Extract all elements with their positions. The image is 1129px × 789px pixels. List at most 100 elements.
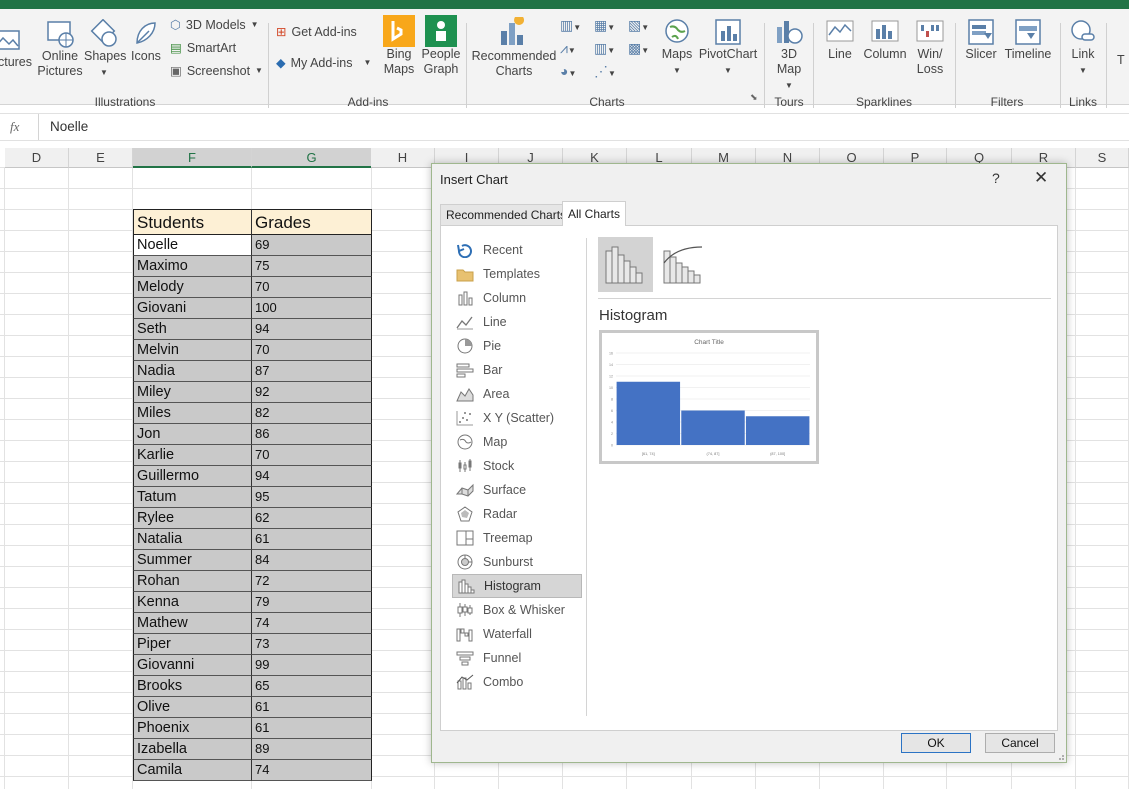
- function-icon[interactable]: fx: [10, 119, 19, 135]
- grade-cell[interactable]: 70: [252, 277, 372, 298]
- student-name-cell[interactable]: Summer: [133, 550, 252, 571]
- icons-button[interactable]: Icons: [128, 19, 164, 64]
- grade-cell[interactable]: 62: [252, 508, 372, 529]
- grade-cell[interactable]: 94: [252, 319, 372, 340]
- chart-type-templates[interactable]: Templates: [452, 262, 582, 286]
- grade-cell[interactable]: 94: [252, 466, 372, 487]
- maps-button[interactable]: Maps ▼: [659, 17, 695, 78]
- text-button-partial[interactable]: T: [1117, 53, 1129, 68]
- student-name-cell[interactable]: Piper: [133, 634, 252, 655]
- chart-type-recent[interactable]: Recent: [452, 238, 582, 262]
- timeline-button[interactable]: Timeline: [1002, 17, 1054, 62]
- pictures-button[interactable]: ctures: [0, 27, 34, 70]
- student-name-cell[interactable]: Rylee: [133, 508, 252, 529]
- chart-type-radar[interactable]: Radar: [452, 502, 582, 526]
- cancel-button[interactable]: Cancel: [985, 733, 1055, 753]
- help-icon[interactable]: ?: [992, 170, 1000, 186]
- column-header-e[interactable]: E: [69, 148, 133, 168]
- column-header-g[interactable]: G: [252, 148, 372, 168]
- student-name-cell[interactable]: Guillermo: [133, 466, 252, 487]
- my-addins-button[interactable]: ◆ My Add-ins ▼: [276, 55, 371, 71]
- grade-cell[interactable]: 100: [252, 298, 372, 319]
- student-name-cell[interactable]: Seth: [133, 319, 252, 340]
- line-chart-menu-icon[interactable]: ⩘▼: [560, 40, 576, 57]
- chart-type-surface[interactable]: Surface: [452, 478, 582, 502]
- column-header-d[interactable]: D: [5, 148, 69, 168]
- grade-cell[interactable]: 72: [252, 571, 372, 592]
- get-addins-button[interactable]: ⊞ Get Add-ins: [276, 24, 357, 40]
- charts-dialog-launcher-icon[interactable]: ⬊: [750, 92, 758, 103]
- student-name-cell[interactable]: Kenna: [133, 592, 252, 613]
- recommended-charts-button[interactable]: Recommended Charts: [471, 17, 557, 79]
- student-name-cell[interactable]: Olive: [133, 697, 252, 718]
- smartart-button[interactable]: ▤ SmartArt: [170, 40, 236, 56]
- chart-type-column[interactable]: Column: [452, 286, 582, 310]
- resize-grip-icon[interactable]: [1056, 752, 1064, 760]
- ok-button[interactable]: OK: [901, 733, 971, 753]
- chart-type-funnel[interactable]: Funnel: [452, 646, 582, 670]
- pareto-subtype-button[interactable]: [656, 237, 711, 292]
- student-name-cell[interactable]: Jon: [133, 424, 252, 445]
- pivotchart-button[interactable]: PivotChart ▼: [697, 17, 759, 78]
- student-name-cell[interactable]: Camila: [133, 760, 252, 781]
- student-name-cell[interactable]: Miles: [133, 403, 252, 424]
- shapes-button[interactable]: Shapes ▼: [84, 19, 126, 80]
- grade-cell[interactable]: 89: [252, 739, 372, 760]
- student-name-cell[interactable]: Noelle: [133, 235, 252, 256]
- bing-maps-button[interactable]: Bing Maps: [379, 15, 419, 77]
- grade-cell[interactable]: 86: [252, 424, 372, 445]
- grade-cell[interactable]: 61: [252, 718, 372, 739]
- student-name-cell[interactable]: Rohan: [133, 571, 252, 592]
- student-name-cell[interactable]: Maximo: [133, 256, 252, 277]
- student-name-cell[interactable]: Giovanni: [133, 655, 252, 676]
- screenshot-button[interactable]: ▣ Screenshot ▼: [170, 63, 263, 79]
- chart-type-treemap[interactable]: Treemap: [452, 526, 582, 550]
- grade-cell[interactable]: 84: [252, 550, 372, 571]
- sparkline-column-button[interactable]: Column: [862, 17, 908, 62]
- student-name-cell[interactable]: Melvin: [133, 340, 252, 361]
- chart-type-sunburst[interactable]: Sunburst: [452, 550, 582, 574]
- grade-cell[interactable]: 74: [252, 760, 372, 781]
- chart-type-bar[interactable]: Bar: [452, 358, 582, 382]
- slicer-button[interactable]: Slicer: [962, 17, 1000, 62]
- 3d-models-button[interactable]: ⬡ 3D Models ▼: [170, 17, 259, 33]
- online-pictures-button[interactable]: Online Pictures: [37, 19, 83, 79]
- student-name-cell[interactable]: Mathew: [133, 613, 252, 634]
- student-name-cell[interactable]: Natalia: [133, 529, 252, 550]
- student-name-cell[interactable]: Giovani: [133, 298, 252, 319]
- student-name-cell[interactable]: Karlie: [133, 445, 252, 466]
- chart-type-pie[interactable]: Pie: [452, 334, 582, 358]
- link-button[interactable]: Link ▼: [1064, 17, 1102, 78]
- 3d-map-button[interactable]: 3D Map ▼: [769, 17, 809, 93]
- grade-cell[interactable]: 69: [252, 235, 372, 256]
- scatter-chart-menu-icon[interactable]: ⋰▼: [594, 63, 616, 80]
- chart-type-histogram[interactable]: Histogram: [452, 574, 582, 598]
- chart-type-line[interactable]: Line: [452, 310, 582, 334]
- student-name-cell[interactable]: Tatum: [133, 487, 252, 508]
- grade-cell[interactable]: 70: [252, 340, 372, 361]
- column-header-f[interactable]: F: [133, 148, 252, 168]
- tab-recommended-charts[interactable]: Recommended Charts: [440, 204, 573, 225]
- header-grades[interactable]: Grades: [252, 209, 372, 235]
- grade-cell[interactable]: 95: [252, 487, 372, 508]
- close-icon[interactable]: ✕: [1034, 168, 1048, 188]
- hierarchy-chart-menu-icon[interactable]: ▦▼: [594, 17, 615, 34]
- grade-cell[interactable]: 70: [252, 445, 372, 466]
- grade-cell[interactable]: 61: [252, 697, 372, 718]
- grade-cell[interactable]: 82: [252, 403, 372, 424]
- grade-cell[interactable]: 87: [252, 361, 372, 382]
- header-students[interactable]: Students: [133, 209, 252, 235]
- grade-cell[interactable]: 79: [252, 592, 372, 613]
- histogram-subtype-button[interactable]: [598, 237, 653, 292]
- chart-type-combo[interactable]: Combo: [452, 670, 582, 694]
- grade-cell[interactable]: 73: [252, 634, 372, 655]
- student-name-cell[interactable]: Nadia: [133, 361, 252, 382]
- student-name-cell[interactable]: Brooks: [133, 676, 252, 697]
- sparkline-line-button[interactable]: Line: [821, 17, 859, 62]
- chart-type-stock[interactable]: Stock: [452, 454, 582, 478]
- chart-type-x-y-scatter[interactable]: X Y (Scatter): [452, 406, 582, 430]
- grade-cell[interactable]: 75: [252, 256, 372, 277]
- chart-type-area[interactable]: Area: [452, 382, 582, 406]
- column-header-s[interactable]: S: [1076, 148, 1129, 168]
- grade-cell[interactable]: 92: [252, 382, 372, 403]
